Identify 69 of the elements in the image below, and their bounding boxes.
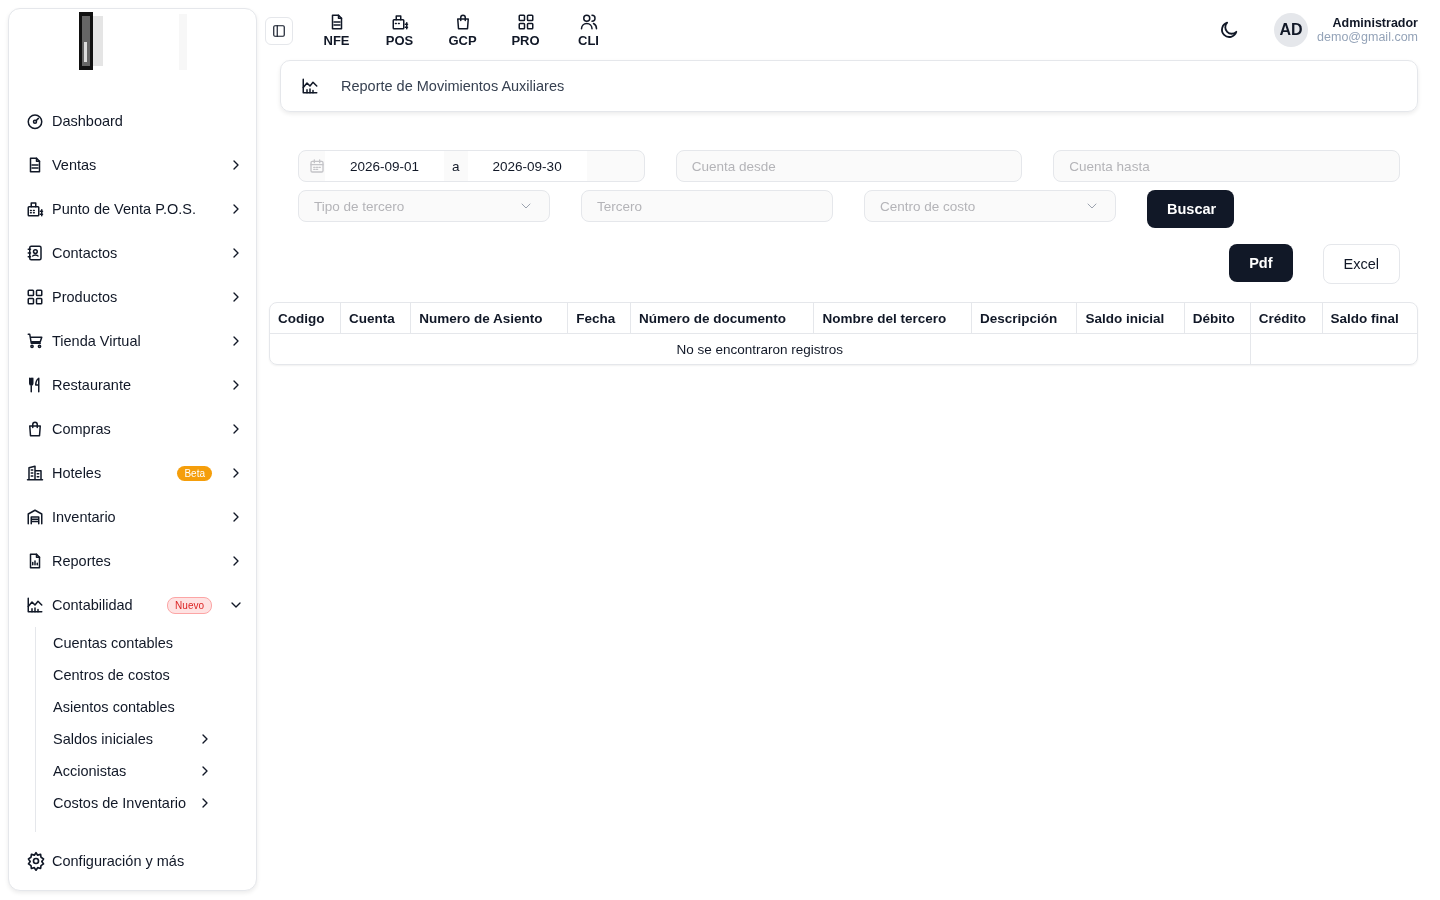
shopping-bag-icon [26, 420, 44, 438]
column-header: Fecha [567, 303, 631, 334]
badge: Nuevo [167, 596, 212, 614]
chart-icon [301, 77, 319, 95]
building-icon [26, 464, 44, 482]
column-header: Numero de Asiento [410, 303, 568, 334]
shortcut-button[interactable]: GCP [431, 12, 494, 48]
grid-icon [26, 288, 44, 306]
shortcut-button[interactable]: NFE [305, 12, 368, 48]
sidebar-item[interactable]: Inventario [9, 495, 256, 539]
sidebar-item[interactable]: Punto de Venta P.O.S. [9, 187, 256, 231]
column-header: Débito [1184, 303, 1251, 334]
sidebar-item[interactable]: Tienda Virtual [9, 319, 256, 363]
input-field[interactable]: Cuenta desde [675, 150, 1023, 182]
export-button[interactable]: Excel [1322, 244, 1400, 284]
sidebar-item[interactable]: Hoteles Beta [9, 451, 256, 495]
column-header: Codigo [270, 303, 341, 334]
column-header: Número de documento [630, 303, 814, 334]
shortcut-button[interactable]: PRO [494, 12, 557, 48]
sidebar-item[interactable]: Productos [9, 275, 256, 319]
shortcut-button[interactable]: POS [368, 12, 431, 48]
panel-icon [272, 22, 286, 40]
date-separator: a [451, 158, 461, 174]
submenu-item[interactable]: Saldos iniciales [53, 723, 213, 755]
submenu-item[interactable]: Centros de costos [53, 659, 213, 691]
cash-register-icon [390, 12, 409, 31]
search-button[interactable]: Buscar [1147, 190, 1234, 228]
submenu-item[interactable]: Asientos contables [53, 691, 213, 723]
column-header: Saldo final [1322, 303, 1417, 334]
submenu-item[interactable]: Accionistas [53, 755, 213, 787]
sidebar-item[interactable]: Restaurante [9, 363, 256, 407]
column-header: Saldo inicial [1076, 303, 1185, 334]
submenu-item[interactable]: Costos de Inventario [53, 787, 213, 819]
submenu-item[interactable]: Cuentas contables [53, 627, 213, 659]
gauge-icon [26, 112, 44, 130]
calendar-icon [309, 158, 325, 174]
date-to: 2026-09-30 [467, 151, 587, 181]
chart-icon [26, 596, 44, 614]
sidebar-item[interactable]: Reportes [9, 539, 256, 583]
date-from: 2026-09-01 [325, 151, 445, 181]
grid-icon [516, 12, 535, 31]
column-header: Descripción [971, 303, 1077, 334]
badge: Beta [177, 465, 212, 481]
settings-icon [26, 851, 46, 871]
input-field[interactable]: Cuenta hasta [1053, 150, 1400, 182]
cart-icon [26, 332, 44, 350]
page-title: Reporte de Movimientos Auxiliares [341, 78, 565, 94]
warehouse-icon [26, 508, 44, 526]
sidebar-item[interactable]: Contabilidad Nuevo [9, 583, 256, 627]
cash-register-icon [26, 200, 44, 218]
avatar[interactable]: AD [1274, 13, 1309, 47]
column-header: Cuenta [340, 303, 411, 334]
settings-link[interactable]: Configuración y más [9, 832, 256, 890]
date-range-field[interactable]: 2026-09-01 a 2026-09-30 [298, 150, 645, 182]
export-button[interactable]: Pdf [1229, 244, 1293, 282]
sidebar-item[interactable]: Contactos [9, 231, 256, 275]
input-field[interactable]: Tercero [581, 190, 833, 222]
contact-book-icon [26, 244, 44, 262]
user-email: demo@gmail.com [1317, 30, 1418, 44]
sidebar-item[interactable]: Ventas [9, 143, 256, 187]
users-icon [579, 12, 598, 31]
column-header: Crédito [1250, 303, 1323, 334]
sidebar-toggle-button[interactable] [265, 17, 293, 45]
column-header: Nombre del tercero [813, 303, 972, 334]
sidebar-item[interactable]: Compras [9, 407, 256, 451]
empty-message: No se encontraron registros [270, 333, 1251, 364]
sidebar-item[interactable]: Dashboard [9, 99, 256, 143]
shortcut-button[interactable]: CLI [557, 12, 620, 48]
user-name: Administrador [1332, 16, 1418, 30]
